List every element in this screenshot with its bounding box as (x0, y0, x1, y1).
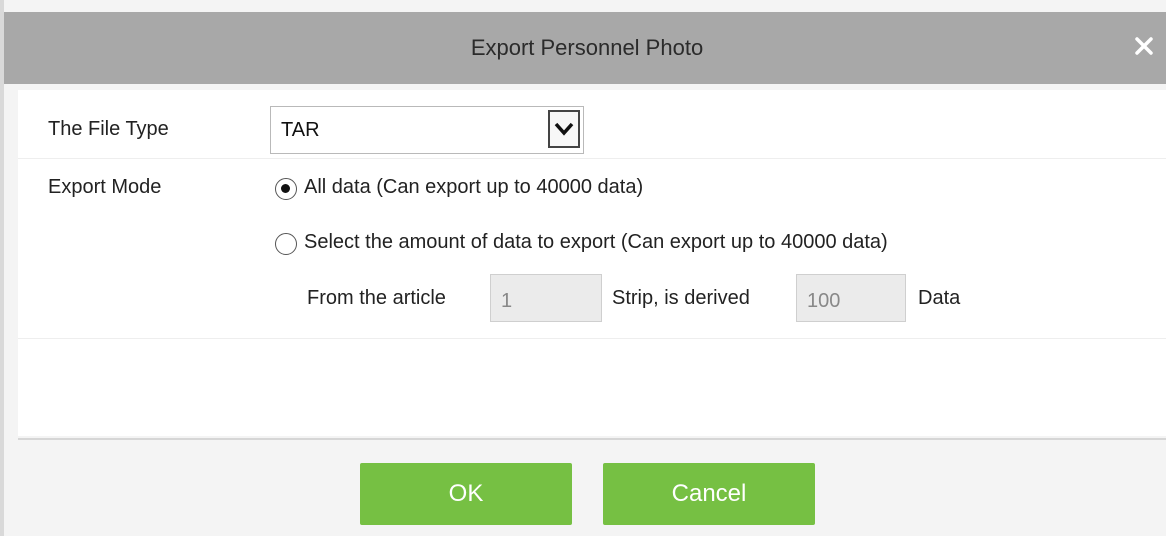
radio-selected-dot (281, 184, 290, 193)
footer-divider (18, 438, 1166, 440)
data-label: Data (918, 287, 961, 309)
radio-all-data[interactable] (275, 178, 297, 200)
from-article-input[interactable] (490, 274, 602, 322)
export-dialog: Export Personnel Photo The File Type TAR… (0, 0, 1166, 536)
radio-select-amount[interactable] (275, 233, 297, 255)
strip-derived-label: Strip, is derived (612, 287, 750, 309)
file-type-label: The File Type (48, 118, 169, 140)
dialog-titlebar: Export Personnel Photo (4, 12, 1166, 84)
close-icon[interactable] (1128, 30, 1160, 62)
export-mode-label: Export Mode (48, 176, 162, 198)
from-article-label: From the article (307, 287, 446, 309)
ok-button[interactable]: OK (360, 463, 572, 525)
all-data-option-label[interactable]: All data (Can export up to 40000 data) (304, 176, 643, 199)
form-area (18, 90, 1166, 436)
select-amount-option-label[interactable]: Select the amount of data to export (Can… (304, 231, 888, 254)
file-type-value: TAR (281, 119, 320, 141)
chevron-down-icon[interactable] (548, 110, 580, 148)
count-input[interactable] (796, 274, 906, 322)
file-type-select[interactable]: TAR (270, 106, 584, 154)
dialog-title: Export Personnel Photo (470, 35, 704, 60)
cancel-button[interactable]: Cancel (603, 463, 815, 525)
row-divider (18, 338, 1166, 339)
row-divider (18, 158, 1166, 159)
